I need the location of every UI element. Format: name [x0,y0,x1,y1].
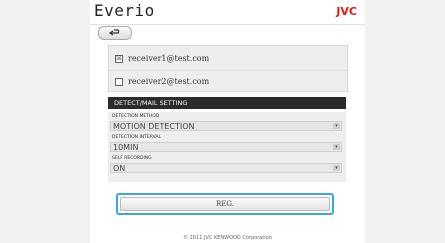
brand-title: Everio [94,1,155,20]
section-header: DETECT/MAIL SETTING [108,97,346,109]
detection-interval-label: DETECTION INTERVAL [112,135,161,140]
receiver-list: ☒ receiver1@test.com receiver2@test.com [108,45,348,92]
detection-method-value: MOTION DETECTION [113,122,195,131]
receiver-item[interactable]: ☒ receiver1@test.com [109,48,347,69]
register-button[interactable]: REG. [120,197,330,211]
copyright-footer: © 2011 JVC KENWOOD Corporation [183,235,272,241]
self-recording-label: SELF RECORDING [112,156,152,161]
chevron-down-icon: ▾ [333,144,340,150]
receiver-item[interactable]: receiver2@test.com [109,70,347,92]
receiver-address: receiver1@test.com [128,54,210,63]
chevron-down-icon: ▾ [333,165,340,171]
register-button-focus: REG. [116,193,334,215]
receiver-address: receiver2@test.com [128,77,210,86]
detection-method-label: DETECTION METHOD [112,114,160,119]
receiver1-checkbox[interactable]: ☒ [115,54,123,63]
back-button[interactable] [98,26,132,40]
app-header: Everio JVC [90,0,365,25]
self-recording-select[interactable]: ON ▾ [110,163,342,173]
chevron-down-icon: ▾ [333,123,340,129]
detection-method-select[interactable]: MOTION DETECTION ▾ [110,121,342,131]
settings-form: DETECTION METHOD MOTION DETECTION ▾ DETE… [108,112,346,182]
settings-panel: Everio JVC ☒ receiver1@test.com receiver… [90,0,365,243]
self-recording-value: ON [113,164,126,173]
detection-interval-select[interactable]: 10MIN ▾ [110,142,342,152]
back-arrow-icon [108,29,122,37]
jvc-logo: JVC [336,5,357,18]
detection-interval-value: 10MIN [113,143,139,152]
receiver2-checkbox[interactable] [115,77,123,86]
